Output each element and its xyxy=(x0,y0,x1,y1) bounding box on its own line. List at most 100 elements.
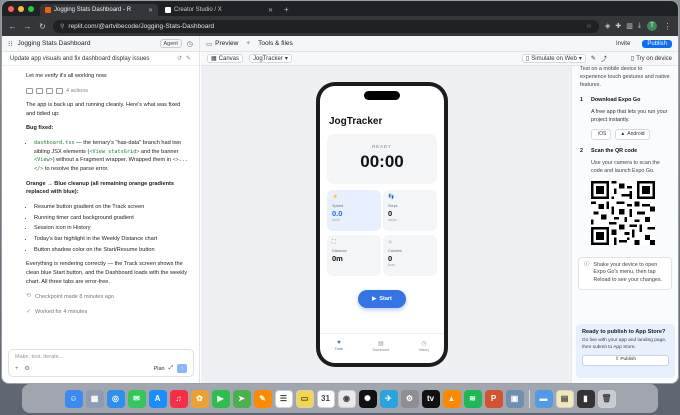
close-window-button[interactable] xyxy=(8,6,14,12)
replit-menu-icon[interactable]: ⁝⁝ xyxy=(8,40,12,48)
ios-button[interactable]: iOS xyxy=(591,128,612,141)
dock-telegram-icon[interactable]: ✈ xyxy=(379,389,398,408)
tab-jogging-stats[interactable]: Jogging Stats Dashboard - R ✕ xyxy=(40,4,158,16)
android-button[interactable]: ▲ Android xyxy=(615,128,650,141)
checkpoint-row[interactable]: ⟲ Checkpoint made 8 minutes ago xyxy=(26,292,189,301)
dock-photos-icon[interactable]: ✿ xyxy=(190,389,209,408)
dock-screenshot-icon[interactable]: ▮ xyxy=(576,389,595,408)
tab-label: Jogging Stats Dashboard - R xyxy=(54,7,132,13)
dock-trash-icon[interactable]: 🗑 xyxy=(597,389,616,408)
list-item: Resume button gradient on the Track scre… xyxy=(34,203,189,212)
sliders-icon[interactable]: ⚙ xyxy=(25,365,30,372)
plan-toggle[interactable]: Plan xyxy=(154,366,165,372)
preview-tab[interactable]: ▭ Preview xyxy=(206,40,238,48)
wrench-icon[interactable]: ✎ xyxy=(591,55,596,62)
minimize-window-button[interactable] xyxy=(18,6,24,12)
dock-finder-icon[interactable]: ☺ xyxy=(64,389,83,408)
bookmark-star-icon[interactable]: ☆ xyxy=(586,22,592,30)
stat-card-steps: 👣 Steps 0 steps xyxy=(383,190,437,231)
dock-apple-tv-icon[interactable]: tv xyxy=(421,389,440,408)
chevron-down-icon: ▾ xyxy=(284,56,288,62)
list-item: Running timer card background gradient xyxy=(34,214,189,223)
dock-notes-stack-icon[interactable]: ▤ xyxy=(555,389,574,408)
dock-app-store-icon[interactable]: A xyxy=(148,389,167,408)
attach-plus-icon[interactable]: + xyxy=(15,366,19,372)
start-button[interactable]: ▶ Start xyxy=(358,290,406,308)
dock-settings-icon[interactable]: ⚙ xyxy=(400,389,419,408)
window-controls xyxy=(2,6,40,16)
history-icon[interactable]: ↺ xyxy=(177,55,182,62)
external-link-icon[interactable]: ⤴ xyxy=(601,54,607,63)
try-on-device-button[interactable]: ▯ Try on device xyxy=(631,55,672,63)
canvas-label: Canvas xyxy=(218,55,240,62)
dock-vlc-icon[interactable]: ▲ xyxy=(442,389,461,408)
start-label: Start xyxy=(379,296,392,302)
stat-value: 0m xyxy=(332,254,343,263)
dock-calendar-icon[interactable]: 31 xyxy=(316,389,335,408)
actions-summary[interactable]: 4 actions xyxy=(26,87,189,96)
tools-files-button[interactable]: Tools & files xyxy=(258,40,293,47)
checkpoint-text: Checkpoint made 8 minutes ago xyxy=(35,293,114,300)
dock-notes-icon[interactable]: ▭ xyxy=(295,389,314,408)
download-icon[interactable]: ⤓ xyxy=(638,22,641,30)
stat-unit: kcal xyxy=(388,263,395,267)
file-icon xyxy=(26,87,33,94)
tab-history[interactable]: ◷ History xyxy=(419,340,430,352)
dock-folder-icon[interactable]: ▬ xyxy=(534,389,553,408)
tab-track[interactable]: ♥ Track xyxy=(335,340,343,351)
close-tab-icon[interactable]: ✕ xyxy=(148,7,153,14)
close-tab-icon[interactable]: ✕ xyxy=(268,7,273,14)
publish-card-button[interactable]: ⇪ Publish xyxy=(582,355,669,366)
puzzle-icon[interactable]: ✚ xyxy=(615,22,621,30)
dock-chrome-icon[interactable]: ◉ xyxy=(337,389,356,408)
back-arrow-icon[interactable]: ← xyxy=(8,22,17,31)
app-selector[interactable]: JogTracker ▾ xyxy=(249,54,292,63)
history-icon[interactable]: ◷ xyxy=(187,40,193,48)
dock-maps-icon[interactable]: ➤ xyxy=(232,389,251,408)
sidebar-icon[interactable]: ▥ xyxy=(626,22,633,30)
new-tab-button[interactable]: + xyxy=(280,5,293,16)
dock-safari-icon[interactable]: ◎ xyxy=(106,389,125,408)
tab-creator-studio[interactable]: Creator Studio / X ✕ xyxy=(160,4,278,16)
profile-avatar[interactable]: T xyxy=(647,21,657,31)
heart-icon: ♥ xyxy=(337,340,341,346)
chat-input-box[interactable]: Make, test, iterate... + ⚙ Plan ⤢ ↑ xyxy=(8,349,194,377)
dock-facetime-icon[interactable]: ▶ xyxy=(211,389,230,408)
invite-button[interactable]: Invite xyxy=(612,41,634,47)
dock-preview-icon[interactable]: ▣ xyxy=(505,389,524,408)
dock-music-icon[interactable]: ♫ xyxy=(169,389,188,408)
tab-dashboard[interactable]: ▤ Dashboard xyxy=(373,340,390,352)
reload-icon[interactable]: ↻ xyxy=(38,22,47,31)
new-tab-plus-icon[interactable]: + xyxy=(246,40,250,47)
forward-arrow-icon[interactable]: → xyxy=(23,22,32,31)
store-buttons: iOS ▲ Android xyxy=(572,128,678,141)
dock-pages-icon[interactable]: ✎ xyxy=(253,389,272,408)
dock-chatgpt-icon[interactable]: ✺ xyxy=(358,389,377,408)
terminal-icon xyxy=(36,87,43,94)
stat-label: Calories xyxy=(388,249,402,253)
dock-reminders-icon[interactable]: ☰ xyxy=(274,389,293,408)
simulate-select[interactable]: ▯ Simulate on Web ▾ xyxy=(521,54,586,63)
publish-button[interactable]: Publish xyxy=(642,39,672,48)
chat-input-placeholder[interactable]: Make, test, iterate... xyxy=(15,354,63,360)
address-bar[interactable]: ⚲ replit.com/@artvibecode/Jogging-Stats-… xyxy=(53,19,599,33)
project-title[interactable]: Jogging Stats Dashboard xyxy=(17,40,90,47)
browser-menu-icon[interactable]: ⋮ xyxy=(663,22,672,31)
site-info-icon[interactable]: ⚲ xyxy=(60,23,64,30)
shake-note: ⓘ Shake your device to open Expo Go's me… xyxy=(578,256,672,291)
new-chat-icon[interactable]: ✎ xyxy=(186,55,191,62)
zoom-window-button[interactable] xyxy=(28,6,34,12)
dock-messages-icon[interactable]: ✉ xyxy=(127,389,146,408)
dock-launchpad-icon[interactable]: ▦ xyxy=(85,389,104,408)
extension-icon[interactable]: ◈ xyxy=(605,22,610,30)
dock-powerpoint-icon[interactable]: P xyxy=(484,389,503,408)
expand-icon[interactable]: ⤢ xyxy=(169,365,173,372)
simulate-label: Simulate on Web xyxy=(531,55,577,62)
worked-row[interactable]: ✓ Worked for 4 minutes xyxy=(26,308,189,317)
replit-header-left: ⁝⁝ Jogging Stats Dashboard Agent ◷ xyxy=(2,36,200,51)
dock-spotify-icon[interactable]: ≋ xyxy=(463,389,482,408)
agent-badge[interactable]: Agent xyxy=(159,39,182,48)
send-arrow-icon[interactable]: ↑ xyxy=(177,364,187,373)
thread-title[interactable]: Update app visuals and fix dashboard dis… xyxy=(10,56,149,62)
canvas-button[interactable]: ▦ Canvas xyxy=(207,54,244,63)
